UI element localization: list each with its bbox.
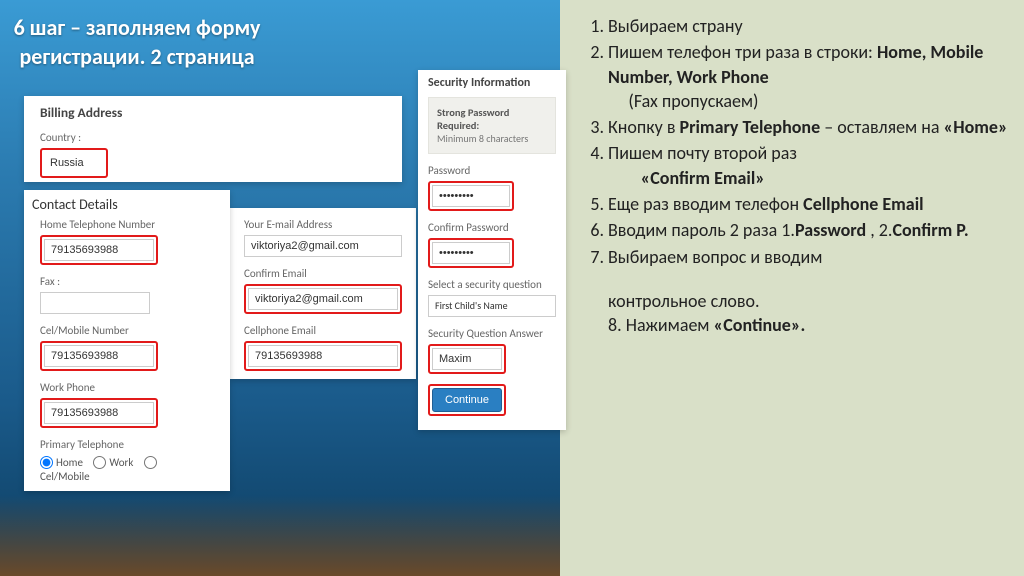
home-tel-input[interactable] bbox=[44, 239, 154, 261]
password-info: Strong Password Required: Minimum 8 char… bbox=[428, 97, 556, 154]
contact-head: Contact Details bbox=[32, 196, 222, 213]
primary-label: Primary Telephone bbox=[40, 438, 214, 451]
security-answer-highlight bbox=[428, 344, 506, 374]
confirm-password-highlight bbox=[428, 238, 514, 268]
panel-email: Your E-mail Address Confirm Email Cellph… bbox=[230, 208, 416, 379]
radio-work[interactable] bbox=[93, 456, 106, 469]
radio-home[interactable] bbox=[40, 456, 53, 469]
panel-security: Security Information Strong Password Req… bbox=[418, 70, 566, 430]
work-highlight bbox=[40, 398, 158, 428]
primary-radio-row: Home Work Cel/Mobile bbox=[40, 455, 214, 483]
continue-button[interactable]: Continue bbox=[432, 388, 502, 412]
confirm-password-input[interactable] bbox=[432, 242, 510, 264]
panel-billing: Billing Address Country : bbox=[24, 96, 402, 182]
confirm-password-label: Confirm Password bbox=[428, 221, 556, 234]
home-tel-label: Home Telephone Number bbox=[40, 218, 214, 231]
panel-contact-head-wrap: Contact Details bbox=[24, 190, 230, 217]
instr-6: 6.Вводим пароль 2 раза 1.Password , 2.Co… bbox=[580, 218, 1010, 242]
fax-label: Fax : bbox=[40, 275, 214, 288]
instr-8: 8. Нажимаем «Continue». bbox=[580, 313, 1010, 337]
work-label: Work Phone bbox=[40, 381, 214, 394]
cel-label: Cel/Mobile Number bbox=[40, 324, 214, 337]
country-input[interactable] bbox=[44, 152, 104, 174]
slide-title: 6 шаг – заполняем форму регистрации. 2 с… bbox=[8, 14, 266, 71]
cell-email-label: Cellphone Email bbox=[244, 324, 402, 337]
work-input[interactable] bbox=[44, 402, 154, 424]
country-label: Country : bbox=[40, 131, 386, 144]
cel-highlight bbox=[40, 341, 158, 371]
instruction-panel: 1.Выбираем страну 2.Пишем телефон три ра… bbox=[580, 14, 1010, 338]
password-info-text: Minimum 8 characters bbox=[437, 132, 528, 145]
radio-cel[interactable] bbox=[144, 456, 157, 469]
confirm-email-input[interactable] bbox=[248, 288, 398, 310]
instr-tail1: контрольное слово. bbox=[580, 289, 1010, 313]
instr-3: 3.Кнопку в Primary Telephone – оставляем… bbox=[580, 115, 1010, 139]
password-label: Password bbox=[428, 164, 556, 177]
country-highlight bbox=[40, 148, 108, 178]
your-email-input[interactable] bbox=[244, 235, 402, 257]
panel-contact: Home Telephone Number Fax : Cel/Mobile N… bbox=[24, 190, 230, 491]
cell-email-highlight bbox=[244, 341, 402, 371]
fax-wrap bbox=[40, 292, 214, 314]
continue-highlight: Continue bbox=[428, 384, 506, 416]
billing-head: Billing Address bbox=[40, 104, 386, 121]
your-email-label: Your E-mail Address bbox=[244, 218, 402, 231]
password-highlight bbox=[428, 181, 514, 211]
password-input[interactable] bbox=[432, 185, 510, 207]
instr-2: 2.Пишем телефон три раза в строки: Home,… bbox=[580, 40, 1010, 113]
home-tel-highlight bbox=[40, 235, 158, 265]
security-answer-input[interactable] bbox=[432, 348, 502, 370]
security-question-label: Select a security question bbox=[428, 278, 556, 291]
cel-input[interactable] bbox=[44, 345, 154, 367]
instr-1: 1.Выбираем страну bbox=[580, 14, 1010, 38]
radio-cel-label: Cel/Mobile bbox=[40, 470, 90, 483]
confirm-email-highlight bbox=[244, 284, 402, 314]
radio-home-label: Home bbox=[56, 456, 83, 469]
radio-work-label: Work bbox=[109, 456, 133, 469]
security-head: Security Information bbox=[428, 76, 556, 90]
security-question-select[interactable]: First Child's Name bbox=[428, 295, 556, 317]
security-answer-label: Security Question Answer bbox=[428, 327, 556, 340]
instr-5: 5.Еще раз вводим телефон Cellphone Email bbox=[580, 192, 1010, 216]
fax-input[interactable] bbox=[40, 292, 150, 314]
password-info-strong: Strong Password Required: bbox=[437, 106, 509, 132]
cell-email-input[interactable] bbox=[248, 345, 398, 367]
instr-7: 7.Выбираем вопрос и вводим bbox=[580, 245, 1010, 269]
instr-4: 4.Пишем почту второй раз «Confirm Email» bbox=[580, 141, 1010, 190]
confirm-email-label: Confirm Email bbox=[244, 267, 402, 280]
